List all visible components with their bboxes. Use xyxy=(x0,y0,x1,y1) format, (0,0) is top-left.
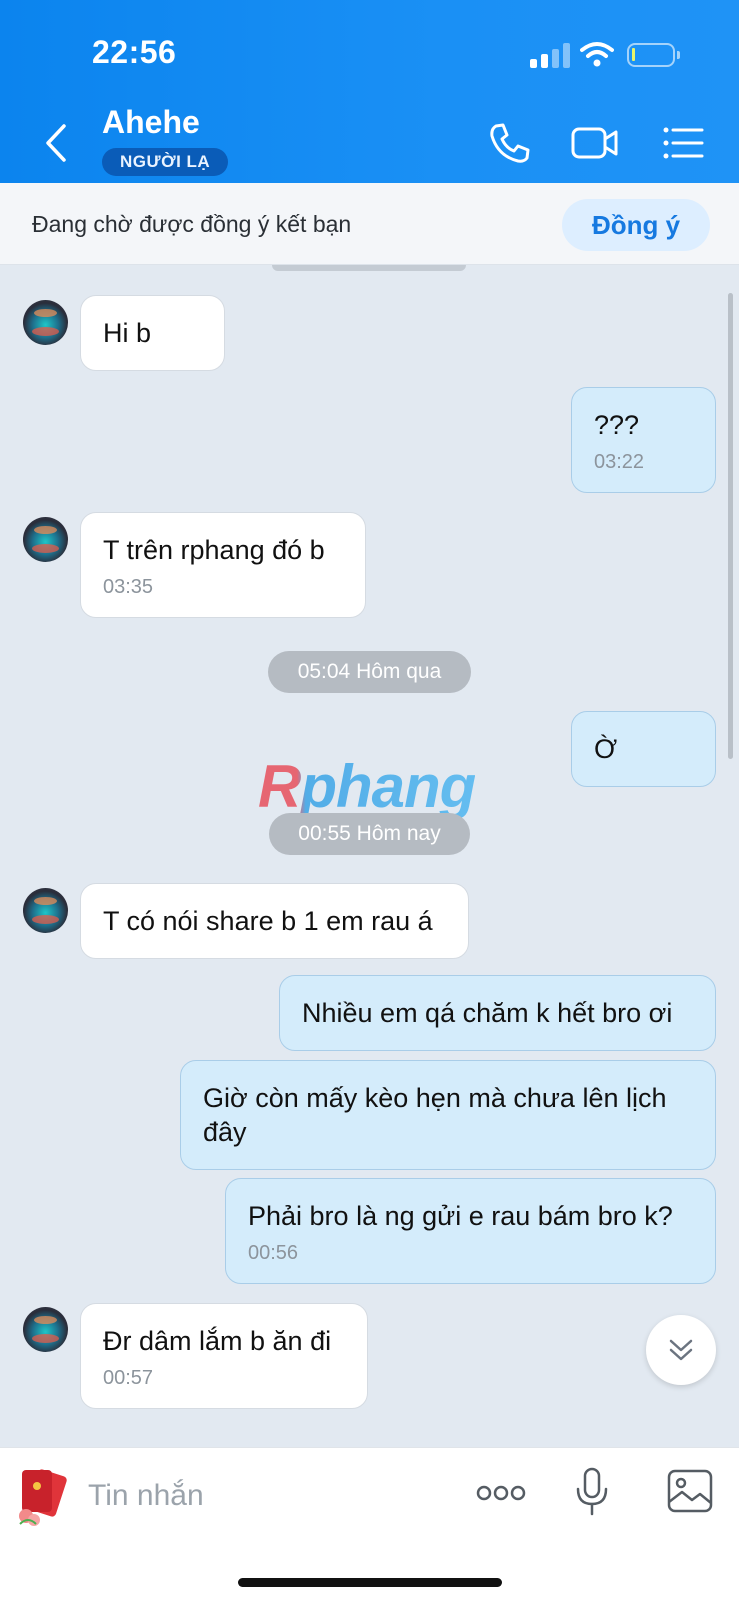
message-input[interactable] xyxy=(88,1474,448,1518)
message-text: T có nói share b 1 em rau á xyxy=(103,906,433,936)
message-bubble-outgoing[interactable]: Ờ xyxy=(571,711,716,787)
microphone-icon[interactable] xyxy=(572,1466,612,1518)
menu-list-icon[interactable] xyxy=(658,118,708,168)
back-icon[interactable] xyxy=(36,118,74,168)
more-dots-icon[interactable] xyxy=(476,1478,526,1508)
date-separator: 05:04 Hôm qua xyxy=(268,651,471,693)
cellular-signal-icon xyxy=(530,42,570,68)
message-bubble-outgoing[interactable]: ??? 03:22 xyxy=(571,387,716,493)
chevron-double-down-icon xyxy=(669,1339,693,1361)
date-pill-partial xyxy=(272,265,466,271)
message-bubble-outgoing[interactable]: Giờ còn mấy kèo hẹn mà chưa lên lịch đây xyxy=(180,1060,716,1170)
message-bubble-incoming[interactable]: T có nói share b 1 em rau á xyxy=(80,883,469,959)
wifi-icon xyxy=(580,42,614,67)
watermark-logo: Rphang xyxy=(258,753,476,820)
message-text: Giờ còn mấy kèo hẹn mà chưa lên lịch đây xyxy=(203,1083,667,1147)
video-call-icon[interactable] xyxy=(570,118,620,168)
message-list[interactable]: Hi b ??? 03:22 T trên rphang đó b 03:35 … xyxy=(0,265,739,1447)
message-text: Nhiều em qá chăm k hết bro ơi xyxy=(302,998,673,1028)
message-text: Hi b xyxy=(103,318,152,348)
message-text: Phải bro là ng gửi e rau bám bro k? xyxy=(248,1201,673,1231)
accept-friend-button[interactable]: Đồng ý xyxy=(562,199,710,251)
message-text: Đr dâm lắm b ăn đi xyxy=(103,1326,332,1356)
message-time: 03:35 xyxy=(103,576,154,598)
message-time: 00:56 xyxy=(248,1242,299,1264)
message-bubble-outgoing[interactable]: Nhiều em qá chăm k hết bro ơi xyxy=(279,975,716,1051)
message-bubble-outgoing[interactable]: Phải bro là ng gửi e rau bám bro k? 00:5… xyxy=(225,1178,716,1284)
message-text: ??? xyxy=(594,410,640,440)
message-text: T trên rphang đó b xyxy=(103,535,325,565)
friend-request-text: Đang chờ được đồng ý kết bạn xyxy=(32,211,352,237)
avatar[interactable] xyxy=(23,517,68,562)
avatar[interactable] xyxy=(23,1307,68,1352)
message-time: 03:22 xyxy=(594,451,645,473)
stranger-badge: NGƯỜI LẠ xyxy=(102,148,229,176)
avatar[interactable] xyxy=(23,300,68,345)
image-icon[interactable] xyxy=(666,1468,714,1514)
battery-icon xyxy=(627,43,680,67)
message-time: 00:57 xyxy=(103,1367,154,1389)
message-text: Ờ xyxy=(594,734,618,764)
message-composer xyxy=(0,1447,739,1600)
avatar[interactable] xyxy=(23,888,68,933)
sticker-icon[interactable] xyxy=(14,1466,78,1528)
scrollbar[interactable] xyxy=(728,293,733,759)
phone-icon[interactable] xyxy=(484,118,534,168)
message-bubble-incoming[interactable]: T trên rphang đó b 03:35 xyxy=(80,512,366,618)
message-bubble-incoming[interactable]: Đr dâm lắm b ăn đi 00:57 xyxy=(80,1303,368,1409)
contact-name[interactable]: Ahehe xyxy=(102,104,200,141)
message-bubble-incoming[interactable]: Hi b xyxy=(80,295,225,371)
chat-header: 22:56 Ahehe NGƯỜI LẠ xyxy=(0,0,739,183)
date-separator: 00:55 Hôm nay xyxy=(269,813,470,855)
status-time: 22:56 xyxy=(92,34,177,70)
home-indicator xyxy=(238,1578,502,1587)
friend-request-bar: Đang chờ được đồng ý kết bạn Đồng ý xyxy=(0,183,739,265)
scroll-to-bottom-button[interactable] xyxy=(646,1315,716,1385)
